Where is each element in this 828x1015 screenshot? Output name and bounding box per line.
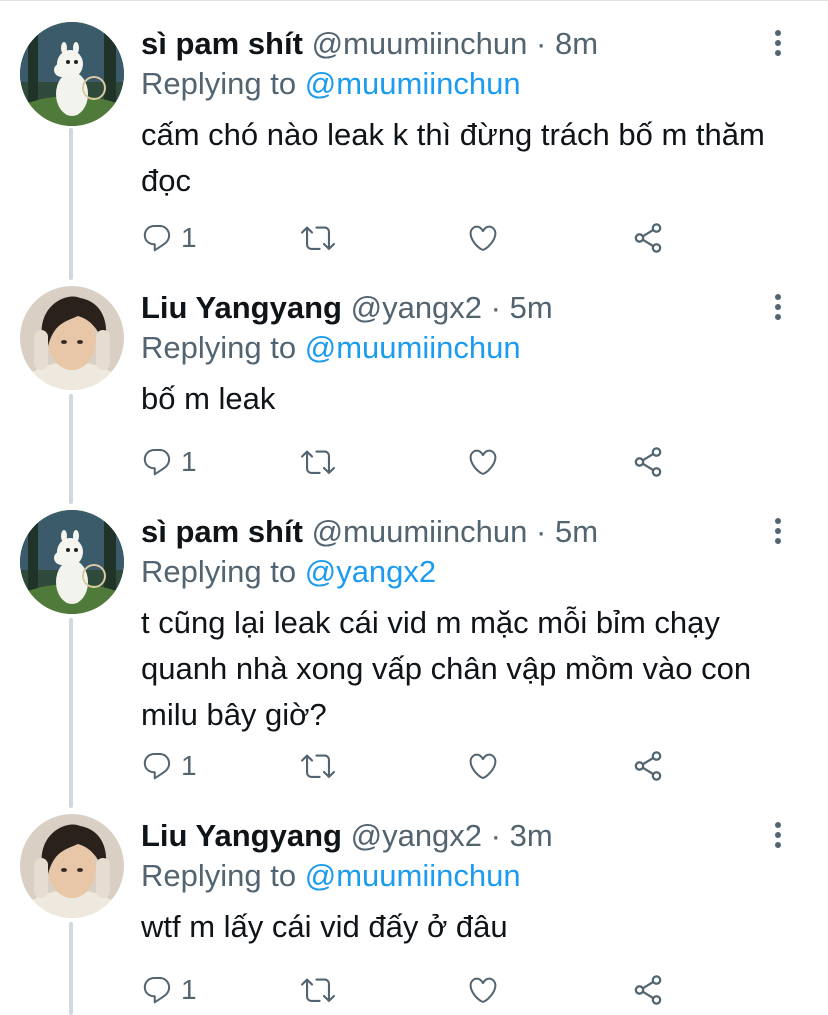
like-button[interactable]	[467, 746, 499, 786]
person-avatar-image	[20, 286, 124, 390]
reply-button[interactable]: 1	[141, 746, 197, 786]
share-button[interactable]	[631, 218, 665, 258]
separator-dot: ·	[536, 514, 547, 549]
tweet-header: sì pam shít @muumiinchun · 8m	[141, 24, 598, 64]
tweet[interactable]: Liu Yangyang @yangx2 · 3m Replying to @m…	[0, 814, 828, 1014]
avatar[interactable]	[20, 22, 124, 126]
avatar[interactable]	[20, 510, 124, 614]
replying-to-label: Replying to	[141, 330, 297, 365]
share-icon	[634, 223, 662, 253]
more-options-icon[interactable]	[772, 30, 784, 60]
reply-count: 1	[181, 974, 197, 1005]
timestamp[interactable]: 3m	[510, 818, 553, 853]
replying-to: Replying to @muumiinchun	[141, 64, 521, 104]
person-avatar-image	[20, 814, 124, 918]
reply-icon	[143, 448, 171, 476]
separator-dot: ·	[490, 818, 501, 853]
timestamp[interactable]: 8m	[555, 26, 598, 61]
like-button[interactable]	[467, 970, 499, 1010]
heart-icon	[469, 225, 497, 251]
tweet-header: sì pam shít @muumiinchun · 5m	[141, 512, 598, 552]
replying-to-mention[interactable]: @muumiinchun	[305, 66, 521, 101]
moomin-avatar-image	[20, 510, 124, 614]
user-handle[interactable]: @yangx2	[351, 290, 482, 325]
avatar[interactable]	[20, 814, 124, 918]
display-name[interactable]: Liu Yangyang	[141, 818, 342, 853]
more-options-icon[interactable]	[772, 294, 784, 324]
retweet-button[interactable]	[301, 746, 335, 786]
like-button[interactable]	[467, 442, 499, 482]
replying-to: Replying to @muumiinchun	[141, 856, 521, 896]
separator-dot: ·	[490, 290, 501, 325]
reply-button[interactable]: 1	[141, 442, 197, 482]
replying-to: Replying to @yangx2	[141, 552, 436, 592]
share-button[interactable]	[631, 746, 665, 786]
replying-to-label: Replying to	[141, 66, 297, 101]
reply-count: 1	[181, 750, 197, 781]
reply-icon	[143, 976, 171, 1004]
share-icon	[634, 447, 662, 477]
tweet-header: Liu Yangyang @yangx2 · 3m	[141, 816, 553, 856]
reply-icon	[143, 224, 171, 252]
retweet-icon	[301, 754, 335, 778]
retweet-icon	[301, 450, 335, 474]
more-options-icon[interactable]	[772, 518, 784, 548]
reply-count: 1	[181, 222, 197, 253]
action-bar: 1	[141, 218, 701, 258]
reply-icon	[143, 752, 171, 780]
timestamp[interactable]: 5m	[555, 514, 598, 549]
heart-icon	[469, 449, 497, 475]
replying-to-mention[interactable]: @muumiinchun	[305, 858, 521, 893]
heart-icon	[469, 753, 497, 779]
action-bar: 1	[141, 442, 701, 482]
retweet-icon	[301, 226, 335, 250]
reply-button[interactable]: 1	[141, 970, 197, 1010]
display-name[interactable]: Liu Yangyang	[141, 290, 342, 325]
heart-icon	[469, 977, 497, 1003]
display-name[interactable]: sì pam shít	[141, 514, 303, 549]
tweet-text: cấm chó nào leak k thì đừng trách bố m t…	[141, 117, 765, 198]
top-divider	[0, 0, 828, 1]
separator-dot: ·	[536, 26, 547, 61]
reply-button[interactable]: 1	[141, 218, 197, 258]
replying-to: Replying to @muumiinchun	[141, 328, 521, 368]
action-bar: 1	[141, 970, 701, 1010]
moomin-avatar-image	[20, 22, 124, 126]
share-button[interactable]	[631, 970, 665, 1010]
replying-to-mention[interactable]: @muumiinchun	[305, 330, 521, 365]
tweet-text: bố m leak	[141, 381, 276, 416]
replying-to-mention[interactable]: @yangx2	[305, 554, 436, 589]
share-button[interactable]	[631, 442, 665, 482]
avatar[interactable]	[20, 286, 124, 390]
user-handle[interactable]: @muumiinchun	[312, 514, 528, 549]
tweet[interactable]: sì pam shít @muumiinchun · 8m Replying t…	[0, 22, 828, 262]
tweet-header: Liu Yangyang @yangx2 · 5m	[141, 288, 553, 328]
tweet-text: wtf m lấy cái vid đấy ở đâu	[141, 909, 508, 944]
share-icon	[634, 751, 662, 781]
retweet-button[interactable]	[301, 442, 335, 482]
tweet[interactable]: Liu Yangyang @yangx2 · 5m Replying to @m…	[0, 286, 828, 486]
share-icon	[634, 975, 662, 1005]
timestamp[interactable]: 5m	[510, 290, 553, 325]
user-handle[interactable]: @muumiinchun	[312, 26, 528, 61]
action-bar: 1	[141, 746, 701, 786]
retweet-button[interactable]	[301, 970, 335, 1010]
user-handle[interactable]: @yangx2	[351, 818, 482, 853]
replying-to-label: Replying to	[141, 554, 297, 589]
tweet[interactable]: sì pam shít @muumiinchun · 5m Replying t…	[0, 510, 828, 800]
like-button[interactable]	[467, 218, 499, 258]
replying-to-label: Replying to	[141, 858, 297, 893]
tweet-text: t cũng lại leak cái vid m mặc mỗi bỉm ch…	[141, 605, 752, 732]
retweet-button[interactable]	[301, 218, 335, 258]
display-name[interactable]: sì pam shít	[141, 26, 303, 61]
retweet-icon	[301, 978, 335, 1002]
more-options-icon[interactable]	[772, 822, 784, 852]
reply-count: 1	[181, 446, 197, 477]
